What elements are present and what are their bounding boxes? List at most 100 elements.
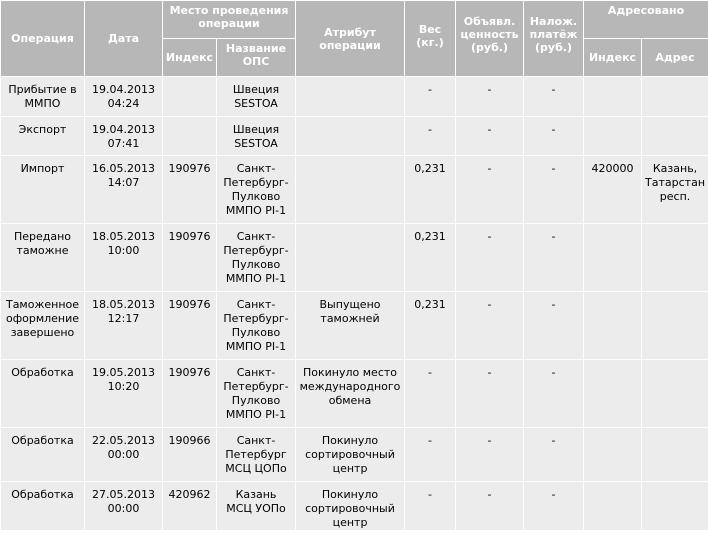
cell-ops-index — [162, 76, 217, 117]
header-date: Дата — [84, 0, 163, 77]
header-attribute: Атрибут операции — [295, 0, 406, 77]
cell-ops-name: Санкт- Петербург- Пулково ММПО PI-1 — [215, 359, 297, 428]
cell-attribute: Покинуло место международного обмена — [295, 359, 406, 428]
cell-declared-value: - — [455, 427, 525, 482]
cell-weight: 0,231 — [404, 223, 457, 292]
cell-declared-value: - — [455, 155, 525, 224]
cell-weight: - — [404, 116, 457, 156]
cell-weight: - — [404, 481, 457, 531]
cell-operation: Импорт — [0, 155, 85, 224]
cell-ops-name: Казань МСЦ УОПо — [215, 481, 297, 531]
cell-address: Казань, Татарстан респ. — [641, 155, 708, 224]
cell-ops-index: 190976 — [162, 223, 217, 292]
cell-address — [641, 223, 708, 292]
cell-ops-name: Санкт- Петербург- Пулково ММПО PI-1 — [215, 223, 297, 292]
table-row: Обработка 19.05.2013 10:20 190976 Санкт- Пе… — [0, 359, 708, 428]
cell-attribute: Покинуло сортировочный центр — [295, 427, 406, 482]
cell-addr-index — [583, 427, 643, 482]
header-addr-address: Адрес — [641, 38, 708, 77]
cell-address — [641, 76, 708, 117]
cell-date: 19.05.2013 10:20 — [84, 359, 163, 428]
cell-cod: - — [523, 155, 585, 224]
cell-address — [641, 427, 708, 482]
cell-ops-index: 420962 — [162, 481, 217, 531]
cell-ops-index: 190976 — [162, 155, 217, 224]
table-row: Обработка 27.05.2013 00:00 420962 Казань МС… — [0, 481, 708, 531]
cell-cod: - — [523, 76, 585, 117]
cell-declared-value: - — [455, 76, 525, 117]
cell-cod: - — [523, 359, 585, 428]
cell-ops-name: Санкт- Петербург- Пулково ММПО PI-1 — [215, 155, 297, 224]
cell-operation: Таможенное оформление завершено — [0, 291, 85, 360]
cell-attribute — [295, 116, 406, 156]
cell-ops-index — [162, 116, 217, 156]
header-addressed-group: Адресовано — [583, 0, 708, 39]
table-row: Экспорт 19.04.2013 07:41 Швеция SESTOA - - - — [0, 116, 708, 156]
cell-weight: 0,231 — [404, 291, 457, 360]
cell-weight: - — [404, 359, 457, 428]
cell-operation: Обработка — [0, 481, 85, 531]
table-row: Обработка 22.05.2013 00:00 190966 Санкт- Пе… — [0, 427, 708, 482]
cell-date: 27.05.2013 00:00 — [84, 481, 163, 531]
cell-address — [641, 359, 708, 428]
header-place-name: Название ОПС — [215, 38, 297, 77]
cell-operation: Передано таможне — [0, 223, 85, 292]
cell-addr-index — [583, 116, 643, 156]
header-place-index: Индекс — [162, 38, 217, 77]
header-operation: Операция — [0, 0, 85, 77]
header-addr-index: Индекс — [583, 38, 643, 77]
cell-cod: - — [523, 291, 585, 360]
cell-addr-index — [583, 76, 643, 117]
tracking-table: Операция Дата Место проведения операции … — [0, 0, 708, 531]
cell-date: 19.04.2013 04:24 — [84, 76, 163, 117]
cell-declared-value: - — [455, 223, 525, 292]
cell-addr-index — [583, 291, 643, 360]
cell-declared-value: - — [455, 291, 525, 360]
cell-ops-index: 190976 — [162, 359, 217, 428]
cell-weight: - — [404, 427, 457, 482]
cell-cod: - — [523, 116, 585, 156]
header-cod: Налож. платёж (руб.) — [523, 0, 585, 77]
cell-addr-index — [583, 359, 643, 428]
cell-operation: Обработка — [0, 427, 85, 482]
cell-ops-index: 190966 — [162, 427, 217, 482]
cell-date: 18.05.2013 10:00 — [84, 223, 163, 292]
cell-ops-name: Швеция SESTOA — [215, 116, 297, 156]
header-place-group: Место проведения операции — [161, 0, 297, 39]
cell-operation: Прибытие в ММПО — [0, 76, 85, 117]
cell-date: 16.05.2013 14:07 — [84, 155, 163, 224]
cell-declared-value: - — [455, 359, 525, 428]
cell-cod: - — [523, 427, 585, 482]
table-row: Импорт 16.05.2013 14:07 190976 Санкт- Петер… — [0, 155, 708, 224]
cell-attribute: Выпущено таможней — [295, 291, 406, 360]
cell-addr-index: 420000 — [583, 155, 643, 224]
cell-address — [641, 481, 708, 531]
header-declared-value: Объявл. ценность (руб.) — [455, 0, 525, 77]
cell-addr-index — [583, 481, 643, 531]
cell-attribute — [295, 76, 406, 117]
cell-address — [641, 291, 708, 360]
cell-cod: - — [523, 481, 585, 531]
cell-ops-name: Санкт- Петербург МСЦ ЦОПо — [215, 427, 297, 482]
cell-date: 22.05.2013 00:00 — [84, 427, 163, 482]
cell-declared-value: - — [455, 481, 525, 531]
cell-attribute — [295, 223, 406, 292]
table-row: Прибытие в ММПО 19.04.2013 04:24 Швеция SE… — [0, 76, 708, 117]
cell-cod: - — [523, 223, 585, 292]
cell-attribute: Покинуло сортировочный центр — [295, 481, 406, 531]
cell-weight: 0,231 — [404, 155, 457, 224]
cell-ops-name: Швеция SESTOA — [215, 76, 297, 117]
cell-date: 19.04.2013 07:41 — [84, 116, 163, 156]
table-row: Таможенное оформление завершено 18.05.201… — [0, 291, 708, 360]
cell-weight: - — [404, 76, 457, 117]
cell-ops-name: Санкт- Петербург- Пулково ММПО PI-1 — [215, 291, 297, 360]
cell-ops-index: 190976 — [162, 291, 217, 360]
cell-operation: Экспорт — [0, 116, 85, 156]
cell-declared-value: - — [455, 116, 525, 156]
header-weight: Вес (кг.) — [404, 0, 457, 77]
table-row: Передано таможне 18.05.2013 10:00 190976 Са… — [0, 223, 708, 292]
cell-addr-index — [583, 223, 643, 292]
cell-address — [641, 116, 708, 156]
cell-date: 18.05.2013 12:17 — [84, 291, 163, 360]
cell-attribute — [295, 155, 406, 224]
